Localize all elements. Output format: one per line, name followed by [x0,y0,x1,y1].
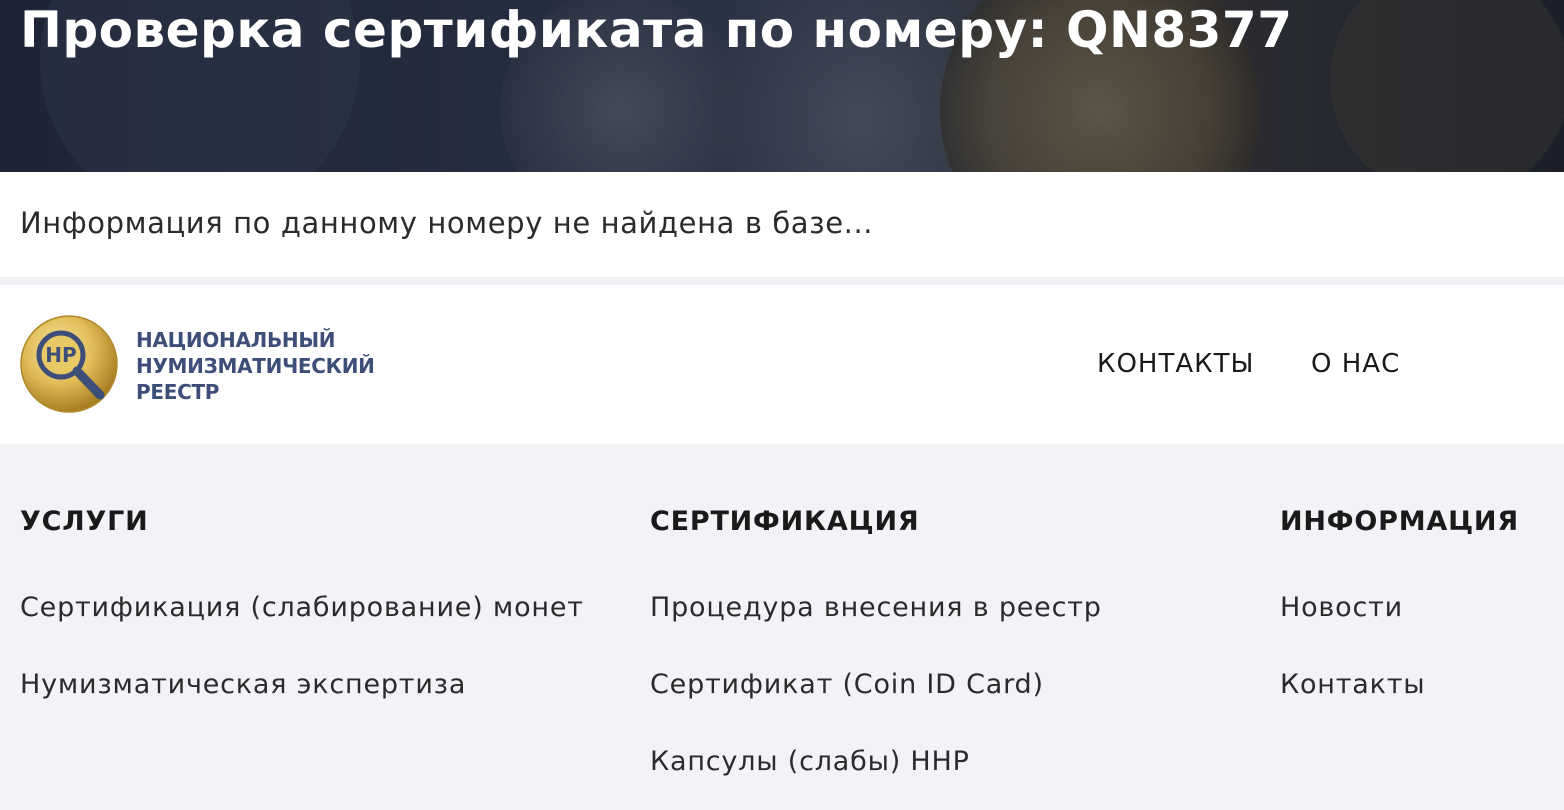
not-found-message: Информация по данному номеру не найдена … [20,206,874,240]
footer-link-capsules[interactable]: Капсулы (слабы) ННР [650,746,970,777]
divider [0,277,1564,285]
footer-link-news[interactable]: Новости [1280,592,1403,623]
footer-heading-information: ИНФОРМАЦИЯ [1280,506,1519,537]
nav-about-link[interactable]: О НАС [1311,349,1400,379]
logo-line-1: НАЦИОНАЛЬНЫЙ [136,328,336,352]
nav-contacts-link[interactable]: КОНТАКТЫ [1097,349,1254,379]
logo-line-3: РЕЕСТР [136,380,220,404]
logo-text: НАЦИОНАЛЬНЫЙ НУМИЗМАТИЧЕСКИЙ РЕЕСТР [136,327,375,405]
footer-link-coin-id-card[interactable]: Сертификат (Coin ID Card) [650,669,1044,700]
footer-link-registry-procedure[interactable]: Процедура внесения в реестр [650,592,1102,623]
page-title: Проверка сертификата по номеру: QN8377 [20,1,1293,59]
footer-column-information: ИНФОРМАЦИЯ Новости Контакты [1280,506,1519,700]
footer-heading-certification: СЕРТИФИКАЦИЯ [650,506,920,537]
footer-link-contacts[interactable]: Контакты [1280,669,1425,700]
site-footer: УСЛУГИ Сертификация (слабирование) монет… [0,444,1564,810]
logo-icon-letters: НР [45,343,76,367]
magnifier-coin-logo-icon: НР [20,315,118,413]
hero-banner: Проверка сертификата по номеру: QN8377 [0,0,1564,172]
footer-column-services: УСЛУГИ Сертификация (слабирование) монет… [20,506,583,700]
logo-line-2: НУМИЗМАТИЧЕСКИЙ [136,354,375,378]
footer-link-expertise[interactable]: Нумизматическая экспертиза [20,669,466,700]
footer-link-slabbing[interactable]: Сертификация (слабирование) монет [20,592,584,623]
site-header: НР НАЦИОНАЛЬНЫЙ НУМИЗМАТИЧЕСКИЙ РЕЕСТР К… [0,285,1564,444]
footer-column-certification: СЕРТИФИКАЦИЯ Процедура внесения в реестр… [650,506,1101,777]
footer-heading-services: УСЛУГИ [20,506,149,537]
